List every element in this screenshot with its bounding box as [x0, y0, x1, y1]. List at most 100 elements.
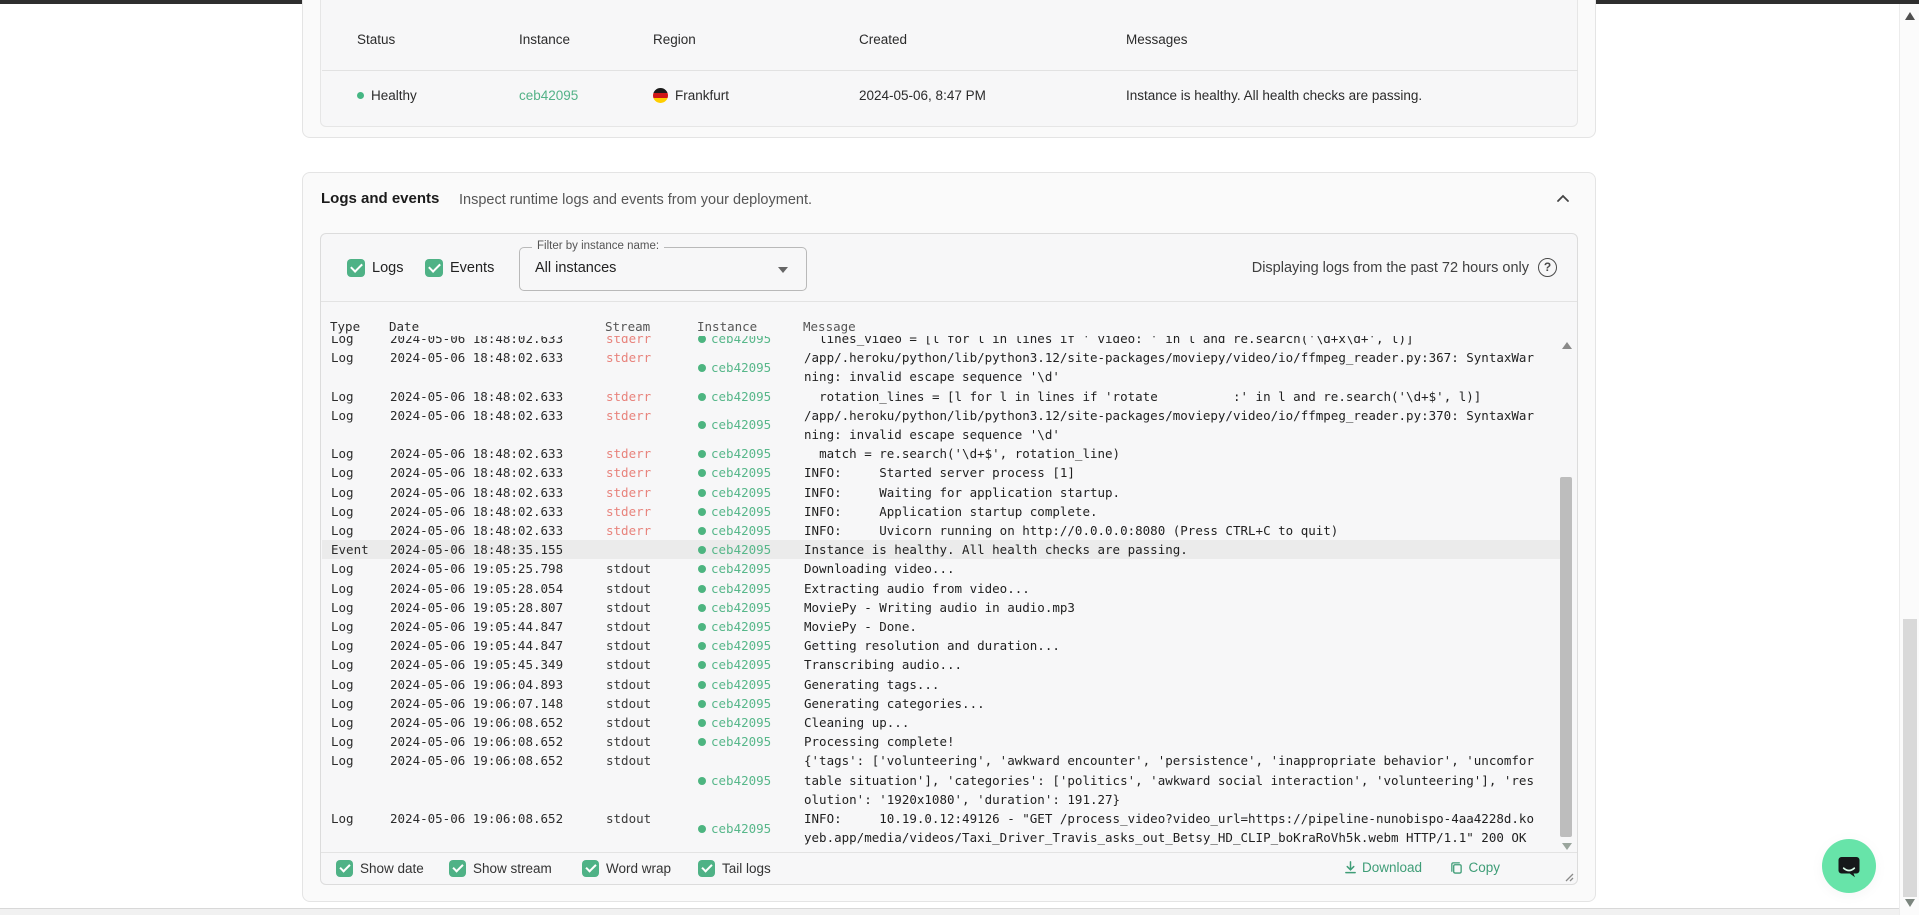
word-wrap-label: Word wrap: [606, 861, 671, 876]
log-row[interactable]: Log 2024-05-06 18:48:02.633 stderr ceb42…: [322, 387, 1560, 406]
log-row[interactable]: Log 2024-05-06 18:48:02.633 stderr ceb42…: [322, 348, 1560, 386]
help-icon[interactable]: ?: [1538, 258, 1557, 277]
region-text: Frankfurt: [675, 88, 729, 103]
log-instance-badge[interactable]: ceb42095: [698, 540, 804, 559]
instance-dot-icon: [698, 661, 706, 669]
log-type: Log: [322, 463, 390, 482]
log-row[interactable]: Log 2024-05-06 18:48:02.633 stderr ceb42…: [322, 336, 1560, 348]
chat-bubble-icon: [1834, 851, 1864, 881]
log-instance-badge[interactable]: ceb42095: [698, 521, 804, 540]
log-type: Log: [322, 694, 390, 713]
log-row[interactable]: Log 2024-05-06 19:05:45.349 stdout ceb42…: [322, 655, 1560, 674]
log-message: lines_video = [l for l in lines if ' vid…: [804, 336, 1536, 348]
log-stream: stdout: [606, 655, 698, 674]
log-type: Log: [322, 732, 390, 751]
log-instance-badge[interactable]: ceb42095: [698, 732, 804, 751]
log-stream: stdout: [606, 694, 698, 713]
instance-dot-icon: [698, 585, 706, 593]
log-type: Log: [322, 406, 390, 425]
log-stream: stderr: [606, 521, 698, 540]
log-message: INFO: Application startup complete.: [804, 502, 1536, 521]
log-instance-badge[interactable]: ceb42095: [698, 819, 804, 838]
page-scroll-down-icon[interactable]: [1905, 899, 1915, 907]
download-button[interactable]: Download: [1344, 860, 1422, 875]
log-row[interactable]: Log 2024-05-06 19:05:28.807 stdout ceb42…: [322, 598, 1560, 617]
log-instance-badge[interactable]: ceb42095: [698, 358, 804, 377]
tail-logs-checkbox[interactable]: [698, 860, 715, 877]
copy-button[interactable]: Copy: [1450, 860, 1500, 875]
log-stream: stdout: [606, 713, 698, 732]
log-date: 2024-05-06 18:48:02.633: [390, 406, 606, 425]
logs-checkbox-label: Logs: [372, 259, 403, 277]
page-scrollbar-thumb[interactable]: [1903, 619, 1917, 897]
log-instance-badge[interactable]: ceb42095: [698, 336, 804, 348]
instance-link[interactable]: ceb42095: [519, 88, 578, 103]
log-message: INFO: Started server process [1]: [804, 463, 1536, 482]
log-row[interactable]: Log 2024-05-06 18:48:02.633 stderr ceb42…: [322, 483, 1560, 502]
log-row[interactable]: Log 2024-05-06 19:06:08.652 stdout ceb42…: [322, 809, 1560, 847]
log-instance-badge[interactable]: ceb42095: [698, 559, 804, 578]
log-instance-badge[interactable]: ceb42095: [698, 415, 804, 434]
log-instance-badge[interactable]: ceb42095: [698, 713, 804, 732]
log-row[interactable]: Log 2024-05-06 18:48:02.633 stderr ceb42…: [322, 406, 1560, 444]
log-instance-badge[interactable]: ceb42095: [698, 636, 804, 655]
log-row[interactable]: Log 2024-05-06 18:48:02.633 stderr ceb42…: [322, 521, 1560, 540]
log-instance-badge[interactable]: ceb42095: [698, 463, 804, 482]
log-row[interactable]: Log 2024-05-06 18:48:02.633 stderr ceb42…: [322, 444, 1560, 463]
log-instance-badge[interactable]: ceb42095: [698, 771, 804, 790]
show-date-checkbox[interactable]: [336, 860, 353, 877]
chat-launcher-button[interactable]: [1822, 839, 1876, 893]
log-scrollbar[interactable]: [1559, 340, 1574, 852]
log-instance-text: ceb42095: [711, 360, 771, 375]
log-row[interactable]: Log 2024-05-06 19:05:44.847 stdout ceb42…: [322, 617, 1560, 636]
log-instance-badge[interactable]: ceb42095: [698, 655, 804, 674]
scroll-up-icon[interactable]: [1562, 342, 1572, 349]
log-row[interactable]: Log 2024-05-06 19:06:08.652 stdout ceb42…: [322, 751, 1560, 809]
log-row[interactable]: Log 2024-05-06 18:48:02.633 stderr ceb42…: [322, 502, 1560, 521]
log-instance-badge[interactable]: ceb42095: [698, 483, 804, 502]
collapse-chevron-up-icon[interactable]: [1555, 191, 1571, 207]
log-stream: stdout: [606, 617, 698, 636]
log-type: Log: [322, 559, 390, 578]
log-message: Processing complete!: [804, 732, 1536, 751]
log-type: Log: [322, 483, 390, 502]
events-checkbox[interactable]: [425, 259, 443, 277]
log-instance-badge[interactable]: ceb42095: [698, 502, 804, 521]
resize-handle[interactable]: [1564, 872, 1574, 882]
instance-row[interactable]: Healthy ceb42095 Frankfurt 2024-05-06, 8…: [321, 88, 1577, 104]
log-row[interactable]: Log 2024-05-06 19:06:07.148 stdout ceb42…: [322, 694, 1560, 713]
instance-dot-icon: [698, 508, 706, 516]
log-row[interactable]: Log 2024-05-06 19:05:28.054 stdout ceb42…: [322, 579, 1560, 598]
log-type: Log: [322, 579, 390, 598]
log-instance-badge[interactable]: ceb42095: [698, 579, 804, 598]
show-stream-checkbox[interactable]: [449, 860, 466, 877]
log-row[interactable]: Log 2024-05-06 19:05:25.798 stdout ceb42…: [322, 559, 1560, 578]
col-messages: Messages: [1126, 32, 1577, 48]
page-scrollbar[interactable]: [1899, 4, 1919, 915]
scroll-down-icon[interactable]: [1562, 843, 1572, 850]
log-instance-badge[interactable]: ceb42095: [698, 617, 804, 636]
log-instance-badge[interactable]: ceb42095: [698, 387, 804, 406]
log-row[interactable]: Event 2024-05-06 18:48:35.155 ceb42095 I…: [322, 540, 1560, 559]
log-col-message: Message: [803, 320, 1535, 334]
log-row[interactable]: Log 2024-05-06 19:06:04.893 stdout ceb42…: [322, 675, 1560, 694]
created-cell: 2024-05-06, 8:47 PM: [859, 88, 1126, 104]
log-stream: stderr: [606, 463, 698, 482]
logs-checkbox[interactable]: [347, 259, 365, 277]
instance-filter-select[interactable]: Filter by instance name: All instances: [519, 247, 807, 291]
log-row[interactable]: Log 2024-05-06 19:06:08.652 stdout ceb42…: [322, 713, 1560, 732]
log-row[interactable]: Log 2024-05-06 19:06:08.652 stdout ceb42…: [322, 732, 1560, 751]
log-stream: stdout: [606, 675, 698, 694]
log-instance-badge[interactable]: ceb42095: [698, 694, 804, 713]
log-row[interactable]: Log 2024-05-06 19:05:44.847 stdout ceb42…: [322, 636, 1560, 655]
log-instance-badge[interactable]: ceb42095: [698, 444, 804, 463]
log-instance-text: ceb42095: [711, 389, 771, 404]
log-instance-badge[interactable]: ceb42095: [698, 675, 804, 694]
log-scrollbar-thumb[interactable]: [1560, 477, 1572, 837]
page-scroll-up-icon[interactable]: [1905, 12, 1915, 20]
log-row[interactable]: Log 2024-05-06 18:48:02.633 stderr ceb42…: [322, 463, 1560, 482]
instance-dot-icon: [698, 527, 706, 535]
log-date: 2024-05-06 19:06:08.652: [390, 732, 606, 751]
log-instance-badge[interactable]: ceb42095: [698, 598, 804, 617]
word-wrap-checkbox[interactable]: [582, 860, 599, 877]
